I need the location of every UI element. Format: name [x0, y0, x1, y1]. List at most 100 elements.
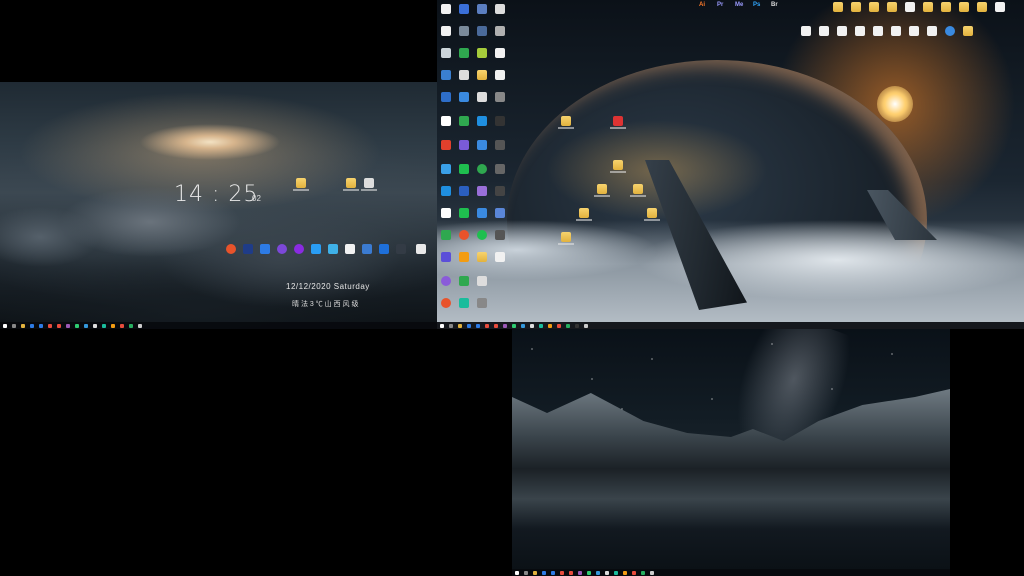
taskbar-app-icon[interactable] [530, 323, 534, 328]
taskbar-app-icon[interactable] [48, 323, 52, 328]
desktop-shortcut-icon[interactable] [441, 4, 451, 14]
taskbar-app-icon[interactable] [560, 570, 564, 575]
desktop-shortcut-icon[interactable] [441, 140, 451, 150]
desktop-shortcut-icon[interactable] [441, 164, 451, 174]
taskbar-app-icon[interactable] [551, 570, 555, 575]
taskbar-app-icon[interactable] [542, 570, 546, 575]
desktop-shortcut-icon[interactable] [801, 26, 811, 36]
desktop-shortcut-icon[interactable] [905, 2, 915, 12]
desktop-shortcut-icon[interactable] [495, 140, 505, 150]
desktop-folder-icon[interactable] [594, 184, 610, 197]
desktop-folder-icon[interactable] [343, 178, 359, 191]
app-icon[interactable] [294, 244, 304, 254]
taskbar-app-icon[interactable] [587, 570, 591, 575]
app-icon[interactable] [379, 244, 389, 254]
desktop-shortcut-icon[interactable] [459, 4, 469, 14]
app-icon[interactable] [311, 244, 321, 254]
taskbar-app-icon[interactable] [557, 323, 561, 328]
app-icon[interactable] [243, 244, 253, 254]
desktop-shortcut-icon[interactable] [477, 116, 487, 126]
app-icon[interactable] [328, 244, 338, 254]
app-icon[interactable] [396, 244, 406, 254]
desktop-folder-icon[interactable] [630, 184, 646, 197]
desktop-shortcut-icon[interactable] [495, 208, 505, 218]
taskbar-app-icon[interactable] [485, 323, 489, 328]
taskbar-app-icon[interactable] [458, 323, 462, 328]
desktop-shortcut-icon[interactable] [441, 48, 451, 58]
desktop-folder-icon[interactable] [576, 208, 592, 221]
desktop-shortcut-icon[interactable] [477, 298, 487, 308]
desktop-shortcut-icon[interactable] [459, 70, 469, 80]
taskbar-app-icon[interactable] [632, 570, 636, 575]
desktop-folder-icon[interactable] [558, 232, 574, 245]
taskbar-app-icon[interactable] [524, 570, 528, 575]
desktop-shortcut-icon[interactable] [441, 298, 451, 308]
desktop-folder-icon[interactable] [558, 116, 574, 129]
taskbar-app-icon[interactable] [503, 323, 507, 328]
desktop-shortcut-icon[interactable] [477, 92, 487, 102]
taskbar-app-icon[interactable] [650, 570, 654, 575]
desktop-shortcut-icon[interactable] [495, 116, 505, 126]
taskbar-app-icon[interactable] [120, 323, 124, 328]
desktop-shortcut-icon[interactable] [477, 140, 487, 150]
app-icon[interactable] [362, 244, 372, 254]
taskbar-app-icon[interactable] [614, 570, 618, 575]
desktop-folder-icon[interactable] [887, 2, 897, 12]
desktop-folder-icon[interactable] [977, 2, 987, 12]
start-icon[interactable] [3, 323, 7, 328]
desktop-shortcut-icon[interactable] [909, 26, 919, 36]
desktop-shortcut-icon[interactable] [495, 252, 505, 262]
desktop-shortcut-icon[interactable] [495, 4, 505, 14]
desktop-shortcut-icon[interactable] [495, 26, 505, 36]
desktop-shortcut-icon[interactable] [891, 26, 901, 36]
desktop-shortcut-icon[interactable] [477, 4, 487, 14]
desktop-shortcut-icon[interactable] [441, 92, 451, 102]
taskbar-app-icon[interactable] [533, 570, 537, 575]
taskbar-app-icon[interactable] [566, 323, 570, 328]
desktop-shortcut-icon[interactable] [495, 92, 505, 102]
desktop-folder-icon[interactable] [941, 2, 951, 12]
app-label-br[interactable]: Br [771, 2, 778, 8]
taskbar-app-icon[interactable] [641, 570, 645, 575]
desktop-shortcut-icon[interactable] [441, 252, 451, 262]
start-icon[interactable] [440, 323, 444, 328]
desktop-shortcut-icon[interactable] [477, 26, 487, 36]
taskbar-app-icon[interactable] [584, 323, 588, 328]
app-icon[interactable] [345, 244, 355, 254]
desktop-folder-icon[interactable] [959, 2, 969, 12]
desktop-shortcut-icon[interactable] [495, 70, 505, 80]
taskbar-app-icon[interactable] [12, 323, 16, 328]
app-icon[interactable] [260, 244, 270, 254]
desktop-shortcut-icon[interactable] [819, 26, 829, 36]
desktop-shortcut-icon[interactable] [459, 48, 469, 58]
start-icon[interactable] [515, 570, 519, 575]
taskbar-app-icon[interactable] [605, 570, 609, 575]
desktop-folder-icon[interactable] [851, 2, 861, 12]
desktop-shortcut-icon[interactable] [495, 164, 505, 174]
taskbar-app-icon[interactable] [596, 570, 600, 575]
desktop-shortcut-icon[interactable] [495, 230, 505, 240]
desktop-shortcut-icon[interactable] [459, 116, 469, 126]
taskbar-app-icon[interactable] [623, 570, 627, 575]
app-icon[interactable] [416, 244, 426, 254]
taskbar-app-icon[interactable] [494, 323, 498, 328]
desktop-shortcut-icon[interactable] [459, 186, 469, 196]
app-icon[interactable] [277, 244, 287, 254]
desktop-shortcut-icon[interactable] [945, 26, 955, 36]
desktop-folder-icon[interactable] [477, 252, 487, 262]
desktop-shortcut-icon[interactable] [855, 26, 865, 36]
desktop-folder-icon[interactable] [644, 208, 660, 221]
taskbar-app-icon[interactable] [521, 323, 525, 328]
taskbar-app-icon[interactable] [569, 570, 573, 575]
taskbar-app-icon[interactable] [75, 323, 79, 328]
desktop-shortcut-icon[interactable] [495, 48, 505, 58]
taskbar-app-icon[interactable] [30, 323, 34, 328]
desktop-folder-icon[interactable] [833, 2, 843, 12]
taskbar-app-icon[interactable] [449, 323, 453, 328]
desktop-shortcut-icon[interactable] [441, 276, 451, 286]
taskbar-app-icon[interactable] [548, 323, 552, 328]
desktop-shortcut-icon[interactable] [459, 92, 469, 102]
desktop-shortcut-icon[interactable] [495, 186, 505, 196]
taskbar-app-icon[interactable] [21, 323, 25, 328]
desktop-folder-icon[interactable] [963, 26, 973, 36]
